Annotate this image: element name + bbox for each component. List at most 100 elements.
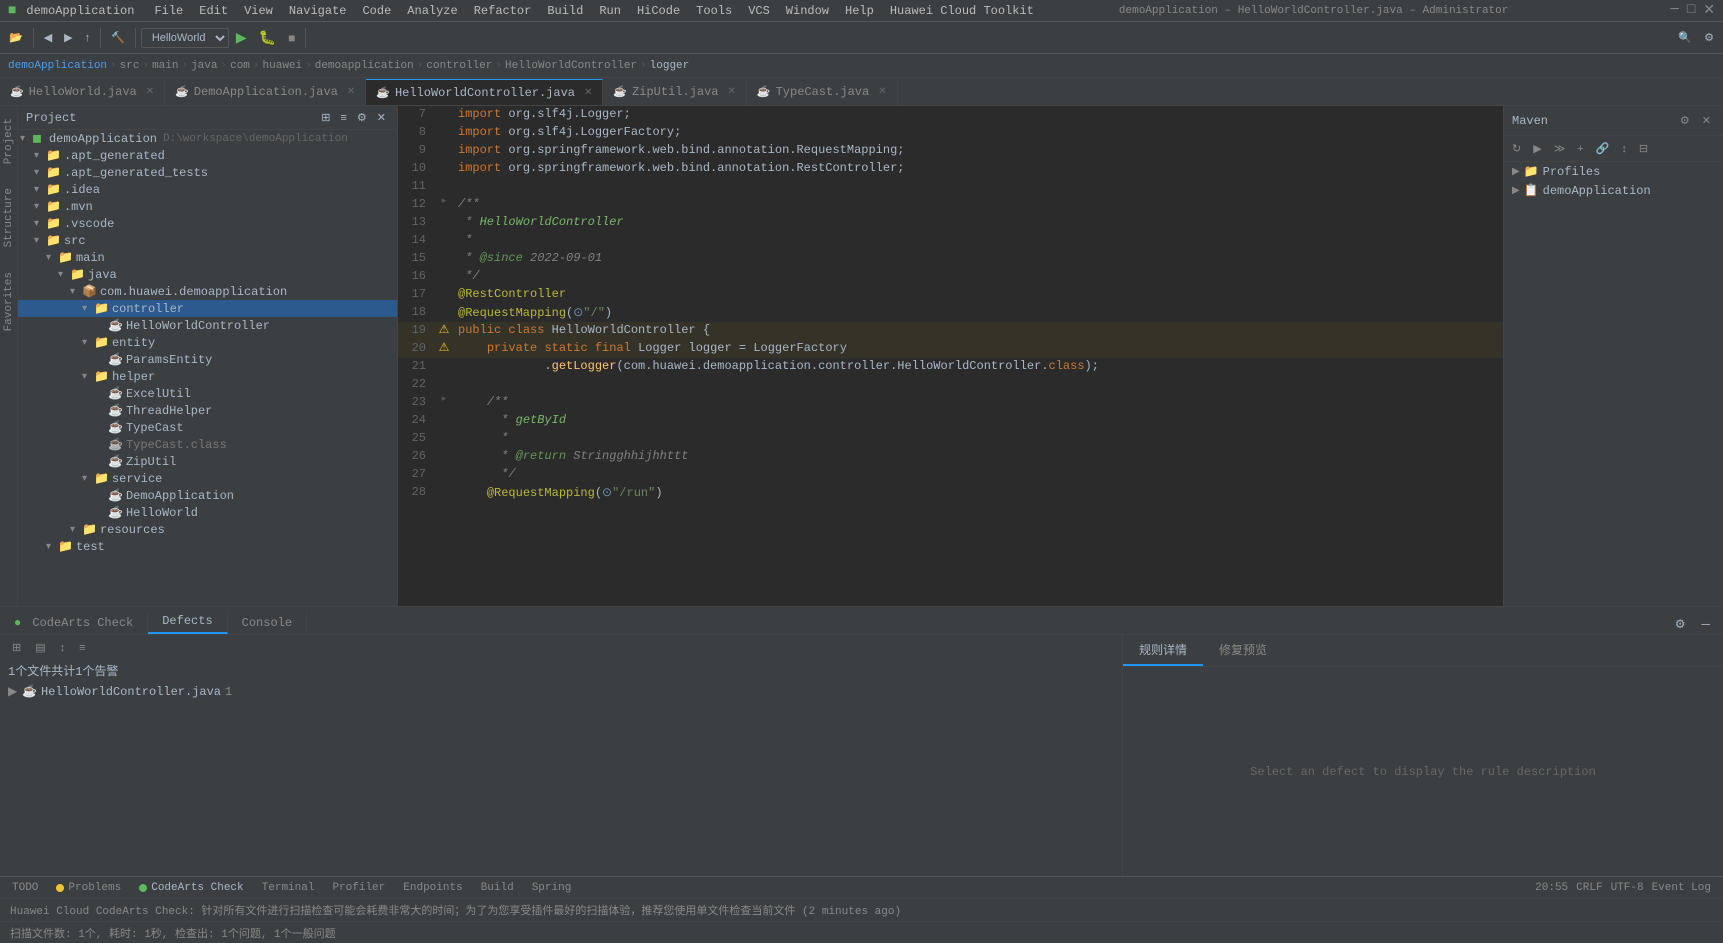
bstab-endpoints[interactable]: Endpoints	[395, 880, 470, 896]
debug-btn[interactable]: 🐛	[254, 26, 281, 49]
menu-code[interactable]: Code	[354, 2, 399, 20]
tree-java[interactable]: ▾ 📁 java	[18, 266, 397, 283]
defect-sort-btn[interactable]: ↕	[56, 640, 70, 656]
menu-huawei[interactable]: Huawei Cloud Toolkit	[882, 2, 1042, 20]
menu-analyze[interactable]: Analyze	[399, 2, 465, 20]
tree-ziputil[interactable]: ☕ ZipUtil	[18, 453, 397, 470]
tree-entity[interactable]: ▾ 📁 entity	[18, 334, 397, 351]
sidebar-collapse-btn[interactable]: ≡	[337, 110, 349, 125]
tree-apt-generated-tests[interactable]: ▾ 📁 .apt_generated_tests	[18, 164, 397, 181]
bstab-profiler[interactable]: Profiler	[324, 880, 393, 896]
tab-fix-preview[interactable]: 修复预览	[1203, 635, 1283, 666]
maven-expand-btn[interactable]: ↕	[1617, 140, 1631, 157]
tree-helloworldcontroller[interactable]: ☕ HelloWorldController	[18, 317, 397, 334]
tree-typecast-class[interactable]: ☕ TypeCast.class	[18, 436, 397, 453]
tree-apt-generated[interactable]: ▾ 📁 .apt_generated	[18, 147, 397, 164]
sidebar-sync-btn[interactable]: ⊞	[318, 110, 333, 125]
defect-list-btn[interactable]: ≡	[75, 640, 89, 656]
toolbar-open-btn[interactable]: 📂	[4, 28, 28, 47]
tab-helloworld[interactable]: ☕ HelloWorld.java ✕	[0, 79, 165, 105]
gutter-favorites-icon[interactable]: Favorites	[1, 264, 17, 339]
menu-edit[interactable]: Edit	[191, 2, 236, 20]
maven-close-btn[interactable]: ✕	[1698, 112, 1715, 129]
minimize-icon[interactable]: ─	[1670, 2, 1678, 19]
breadcrumb-huawei[interactable]: huawei	[263, 60, 303, 72]
bottom-settings-btn[interactable]: ⚙	[1670, 614, 1691, 634]
tab-helloworldcontroller[interactable]: ☕ HelloWorldController.java ✕	[366, 79, 603, 105]
tree-test[interactable]: ▾ 📁 test	[18, 538, 397, 555]
menu-build[interactable]: Build	[539, 2, 591, 20]
gutter-structure-icon[interactable]: Structure	[1, 180, 17, 255]
breadcrumb-main[interactable]: main	[152, 60, 178, 72]
tree-demoapplication-file[interactable]: ☕ DemoApplication	[18, 487, 397, 504]
bstab-build[interactable]: Build	[473, 880, 522, 896]
status-eventlog[interactable]: Event Log	[1652, 882, 1711, 894]
run-btn[interactable]: ▶	[231, 26, 252, 49]
tree-paramsentity[interactable]: ☕ ParamsEntity	[18, 351, 397, 368]
maven-refresh-btn[interactable]: ↻	[1508, 140, 1525, 157]
tree-threadhelper[interactable]: ☕ ThreadHelper	[18, 402, 397, 419]
breadcrumb-com[interactable]: com	[230, 60, 250, 72]
tree-vscode[interactable]: ▾ 📁 .vscode	[18, 215, 397, 232]
breadcrumb-logger[interactable]: logger	[650, 60, 690, 72]
maximize-icon[interactable]: □	[1687, 2, 1695, 19]
tab-console[interactable]: Console	[228, 612, 307, 634]
menu-refactor[interactable]: Refactor	[466, 2, 540, 20]
fold-icon[interactable]: ▸	[442, 196, 447, 206]
menu-view[interactable]: View	[236, 2, 281, 20]
tab-demoapplication[interactable]: ☕ DemoApplication.java ✕	[165, 79, 366, 105]
tree-main[interactable]: ▾ 📁 main	[18, 249, 397, 266]
tab-typecast-close[interactable]: ✕	[878, 86, 886, 98]
breadcrumb-app[interactable]: demoApplication	[8, 60, 107, 72]
defect-expand-btn[interactable]: ⊞	[8, 639, 25, 656]
tab-ziputil[interactable]: ☕ ZipUtil.java ✕	[603, 79, 747, 105]
code-area[interactable]: 7 import org.slf4j.Logger; 8 import org.…	[398, 106, 1503, 606]
menu-navigate[interactable]: Navigate	[281, 2, 355, 20]
gutter-project-icon[interactable]: Project	[1, 110, 17, 172]
menu-run[interactable]: Run	[591, 2, 629, 20]
toolbar-search-btn[interactable]: 🔍	[1673, 28, 1697, 47]
tree-resources[interactable]: ▾ 📁 resources	[18, 521, 397, 538]
breadcrumb-hwcontroller[interactable]: HelloWorldController	[505, 60, 637, 72]
tree-src[interactable]: ▾ 📁 src	[18, 232, 397, 249]
tab-defects[interactable]: Defects	[148, 610, 227, 634]
breadcrumb-controller[interactable]: controller	[426, 60, 492, 72]
status-charset[interactable]: UTF-8	[1611, 882, 1644, 894]
stop-btn[interactable]: ■	[283, 28, 300, 48]
menu-vcs[interactable]: VCS	[740, 2, 778, 20]
tree-idea[interactable]: ▾ 📁 .idea	[18, 181, 397, 198]
bstab-spring[interactable]: Spring	[524, 880, 580, 896]
breadcrumb-src[interactable]: src	[120, 60, 140, 72]
tree-controller[interactable]: ▾ 📁 controller	[18, 300, 397, 317]
tree-service[interactable]: ▾ 📁 service	[18, 470, 397, 487]
defect-file-row[interactable]: ▶ ☕ HelloWorldController.java 1	[0, 681, 1122, 702]
toolbar-build-btn[interactable]: 🔨	[106, 28, 130, 47]
maven-profiles[interactable]: ▶ 📁 Profiles	[1504, 162, 1723, 181]
tab-helloworld-close[interactable]: ✕	[146, 86, 154, 98]
toolbar-up-btn[interactable]: ↑	[80, 29, 96, 47]
maven-demoapplication[interactable]: ▶ 📋 demoApplication	[1504, 181, 1723, 200]
close-icon[interactable]: ✕	[1703, 2, 1715, 19]
breadcrumb-java[interactable]: java	[191, 60, 217, 72]
menu-window[interactable]: Window	[778, 2, 837, 20]
maven-run-btn[interactable]: ▶	[1529, 140, 1545, 157]
bstab-codearts[interactable]: CodeArts Check	[131, 880, 251, 896]
bstab-terminal[interactable]: Terminal	[254, 880, 323, 896]
tab-rule-detail[interactable]: 规则详情	[1123, 635, 1203, 666]
toolbar-back-btn[interactable]: ◀	[39, 28, 57, 47]
maven-skip-btn[interactable]: ≫	[1550, 140, 1570, 157]
maven-settings-btn[interactable]: ⚙	[1676, 112, 1694, 129]
fold-icon2[interactable]: ▸	[442, 394, 447, 404]
tab-codearts-check[interactable]: ● CodeArts Check	[0, 612, 148, 634]
bstab-problems[interactable]: Problems	[48, 880, 129, 896]
tree-mvn[interactable]: ▾ 📁 .mvn	[18, 198, 397, 215]
tab-ziputil-close[interactable]: ✕	[728, 86, 736, 98]
toolbar-forward-btn[interactable]: ▶	[59, 28, 77, 47]
tree-com-huawei[interactable]: ▾ 📦 com.huawei.demoapplication	[18, 283, 397, 300]
tab-demoapplication-close[interactable]: ✕	[347, 86, 355, 98]
tree-helper[interactable]: ▾ 📁 helper	[18, 368, 397, 385]
run-config-select[interactable]: HelloWorld	[141, 28, 229, 48]
tab-typecast[interactable]: ☕ TypeCast.java ✕	[747, 79, 898, 105]
maven-add-btn[interactable]: +	[1573, 140, 1587, 157]
tree-demoapplication[interactable]: ▾ ◼ demoApplication D:\workspace\demoApp…	[18, 130, 397, 147]
